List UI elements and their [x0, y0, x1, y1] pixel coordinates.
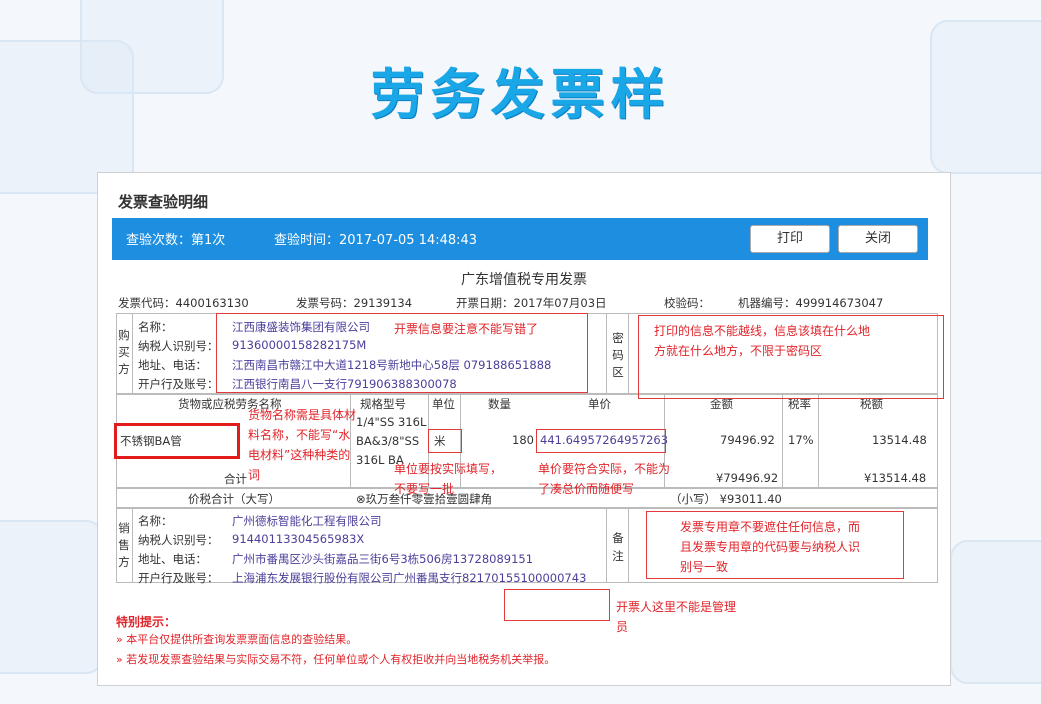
panel-title: 发票查验明细 [118, 193, 209, 211]
total-label: 价税合计（大写） [188, 492, 280, 506]
invoice-number: 发票号码：29139134 [296, 296, 413, 310]
password-area-char: 密 [612, 331, 624, 345]
password-area-char: 码 [612, 348, 624, 362]
buyer-name-label: 名称： [138, 320, 173, 334]
seller-tax-label: 纳税人识别号： [138, 533, 219, 547]
col-divider [628, 507, 629, 583]
seller-bank: 上海浦东发展银行股份有限公司广州番禺支行82170155100000743 [232, 571, 587, 585]
check-info-bar: 查验次数：第1次 查验时间：2017-07-05 14:48:43 打印 关闭 [112, 218, 928, 260]
stamp-note: 发票专用章不要遮住任何信息，而且发票专用章的代码要与纳税人识别号一致 [680, 520, 861, 574]
drawer-note: 开票人这里不能是管理员 [616, 600, 737, 634]
col-divider [606, 507, 607, 583]
seller-address: 广州市番禺区沙头街嘉品三街6号3栋506房13728089151 [232, 552, 534, 566]
col-divider [818, 393, 819, 487]
buyer-bank-label: 开户行及账号： [138, 377, 219, 391]
remark-char: 注 [612, 549, 624, 563]
unit-note: 单位要按实际填写，不要写一批 [394, 462, 503, 496]
col-divider [782, 393, 783, 487]
header-price: 单价 [588, 397, 611, 411]
row-divider [116, 487, 938, 489]
goods-name-highlight [114, 423, 240, 459]
col-divider [132, 313, 133, 393]
seller-side-char: 销 [118, 521, 130, 535]
invoice-code: 发票代码：4400163130 [118, 296, 249, 310]
buyer-side-char: 购 [118, 328, 130, 342]
seller-addr-label: 地址、电话： [138, 552, 207, 566]
item-tax: 13514.48 [872, 433, 927, 447]
seller-name: 广州德标智能化工程有限公司 [232, 514, 382, 528]
password-area-char: 区 [612, 365, 624, 379]
total-small: （小写） ¥93011.40 [670, 492, 782, 506]
subtotal-amount: ¥79496.92 [716, 471, 779, 485]
seller-side-char: 售 [118, 538, 130, 552]
col-divider [606, 313, 607, 393]
seller-bank-label: 开户行及账号： [138, 571, 219, 585]
background-shape [950, 540, 1041, 684]
buyer-side-char: 买 [118, 345, 130, 359]
tips-title: 特别提示： [116, 615, 177, 629]
invoice-title: 广东增值税专用发票 [461, 272, 587, 288]
buyer-addr-label: 地址、电话： [138, 358, 207, 372]
check-time: 查验时间：2017-07-05 14:48:43 [274, 233, 478, 248]
header-unit: 单位 [432, 397, 455, 411]
close-button[interactable]: 关闭 [838, 225, 918, 253]
price-note: 单价要符合实际，不能为了凑总价而随便写 [538, 462, 671, 496]
goods-name-note: 货物名称需是具体材料名称，不能写“水电材料”这种种类的词 [248, 408, 357, 482]
item-spec-line: 1/4"SS 316L [356, 415, 427, 429]
slide-title: 劳务发票样 [370, 63, 671, 126]
seller-side-char: 方 [118, 555, 130, 569]
item-spec-line: BA&3/8"SS [356, 434, 420, 448]
subtotal-label: 合计 [224, 472, 247, 486]
buyer-side-char: 方 [118, 362, 130, 376]
check-count: 查验次数：第1次 [126, 233, 226, 248]
invoice-check-panel: 发票查验明细 查验次数：第1次 查验时间：2017-07-05 14:48:43… [97, 172, 951, 686]
buyer-info-note: 开票信息要注意不能写错了 [394, 322, 539, 336]
password-area-note: 打印的信息不能越线，信息该填在什么地方就在什么地方，不限于密码区 [654, 324, 871, 358]
buyer-tax-label: 纳税人识别号： [138, 339, 219, 353]
tip-line: » 本平台仅提供所查询发票票面信息的查验结果。 [116, 633, 358, 646]
unit-highlight [428, 429, 462, 453]
header-spec: 规格型号 [360, 397, 406, 411]
price-highlight [536, 429, 666, 453]
check-code: 校验码： [664, 296, 710, 310]
background-shape [0, 520, 104, 674]
remark-char: 备 [612, 531, 624, 545]
seller-name-label: 名称： [138, 514, 173, 528]
subtotal-tax: ¥13514.48 [864, 471, 927, 485]
drawer-highlight [504, 589, 610, 621]
item-qty: 180 [512, 433, 534, 447]
col-divider [628, 313, 629, 393]
col-divider [132, 507, 133, 583]
seller-tax-id: 91440113304565983X [232, 532, 365, 546]
item-amount: 79496.92 [720, 433, 775, 447]
item-rate: 17% [788, 433, 814, 447]
header-qty: 数量 [488, 397, 511, 411]
print-button[interactable]: 打印 [750, 225, 830, 253]
tip-line: » 若发现发票查验结果与实际交易不符，任何单位或个人有权拒收并向当地税务机关举报… [116, 653, 556, 666]
row-divider [116, 507, 938, 509]
machine-number: 机器编号：499914673047 [738, 296, 884, 310]
invoice-date: 开票日期：2017年07月03日 [456, 296, 607, 310]
